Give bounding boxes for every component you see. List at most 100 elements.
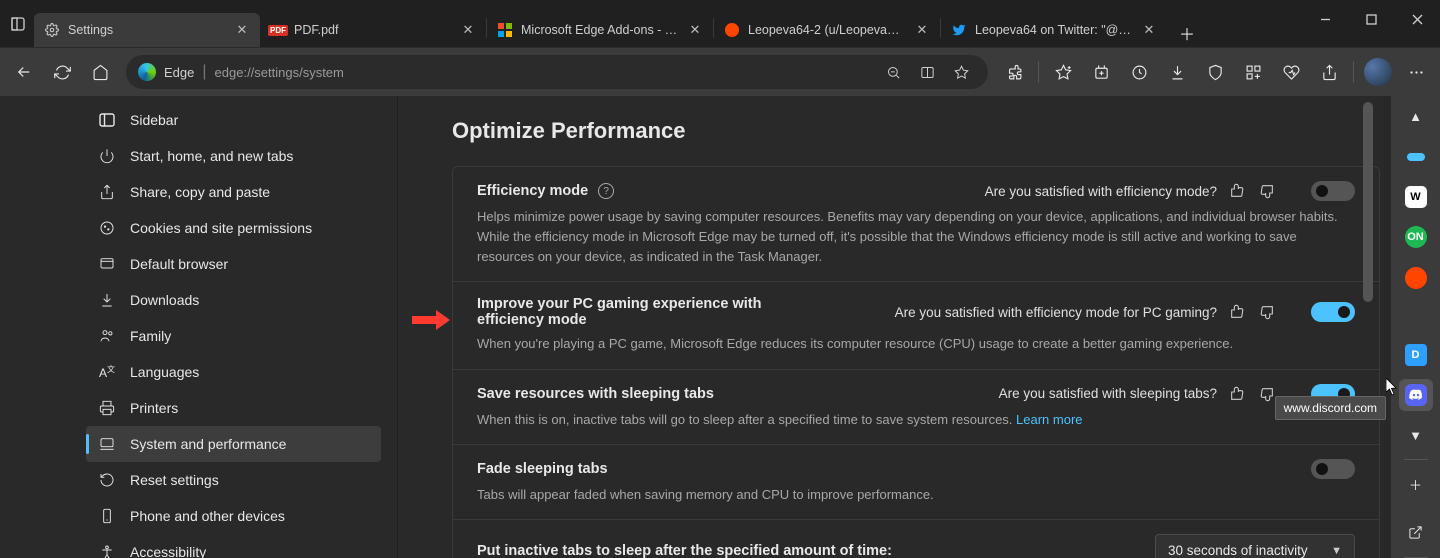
- sidebar-edge-shortcut[interactable]: [1399, 140, 1433, 172]
- thumbs-up-button[interactable]: [1227, 384, 1247, 404]
- performance-card: Efficiency mode ? Are you satisfied with…: [452, 166, 1380, 558]
- nav-default-browser[interactable]: Default browser: [86, 246, 381, 282]
- thumbs-up-button[interactable]: [1227, 302, 1247, 322]
- new-tab-button[interactable]: ＋: [1173, 19, 1201, 47]
- fade-toggle[interactable]: [1311, 459, 1355, 479]
- nav-label: Printers: [130, 400, 178, 416]
- thumbs-down-button[interactable]: [1257, 302, 1277, 322]
- nav-sidebar[interactable]: Sidebar: [86, 102, 381, 138]
- info-icon[interactable]: ?: [598, 183, 614, 199]
- sidebar-collapse-button[interactable]: ▼: [1399, 419, 1433, 451]
- satisfy-text: Are you satisfied with efficiency mode f…: [895, 305, 1217, 320]
- downloads-button[interactable]: [1159, 54, 1195, 90]
- collections-button[interactable]: [1083, 54, 1119, 90]
- favorite-button[interactable]: [946, 57, 976, 87]
- sidebar-popout-button[interactable]: [1399, 517, 1433, 549]
- gaming-toggle[interactable]: [1311, 302, 1355, 322]
- content-scrollbar[interactable]: [1362, 96, 1374, 558]
- profile-button[interactable]: [1360, 54, 1396, 90]
- sidebar-expand-button[interactable]: ▲: [1399, 100, 1433, 132]
- nav-label: System and performance: [130, 436, 286, 452]
- tab-title: Leopeva64 on Twitter: "@wind: [975, 23, 1133, 37]
- satisfy-text: Are you satisfied with sleeping tabs?: [999, 386, 1217, 401]
- sidebar-tooltip: www.discord.com: [1275, 396, 1386, 420]
- tab-title: Settings: [68, 23, 226, 37]
- nav-system-performance[interactable]: System and performance: [86, 426, 381, 462]
- sidebar-disqus-shortcut[interactable]: D: [1399, 338, 1433, 370]
- inactivity-dropdown[interactable]: 30 seconds of inactivity ▼: [1155, 534, 1355, 558]
- refresh-button[interactable]: [44, 54, 80, 90]
- thumbs-up-button[interactable]: [1227, 181, 1247, 201]
- nav-reset[interactable]: Reset settings: [86, 462, 381, 498]
- row-title: Improve your PC gaming experience with e…: [477, 296, 777, 328]
- nav-phone[interactable]: Phone and other devices: [86, 498, 381, 534]
- zoom-button[interactable]: [878, 57, 908, 87]
- nav-start[interactable]: Start, home, and new tabs: [86, 138, 381, 174]
- performance-button[interactable]: [1273, 54, 1309, 90]
- nav-share[interactable]: Share, copy and paste: [86, 174, 381, 210]
- history-button[interactable]: [1121, 54, 1157, 90]
- minimize-button[interactable]: [1302, 0, 1348, 38]
- tab-pdf[interactable]: PDF PDF.pdf ✕: [260, 13, 486, 47]
- close-window-button[interactable]: [1394, 0, 1440, 38]
- extensions-button[interactable]: [996, 54, 1032, 90]
- security-button[interactable]: [1197, 54, 1233, 90]
- home-button[interactable]: [82, 54, 118, 90]
- row-title: Put inactive tabs to sleep after the spe…: [477, 543, 892, 558]
- scrollbar-thumb[interactable]: [1363, 102, 1373, 302]
- tab-reddit[interactable]: Leopeva64-2 (u/Leopeva64-2) ✕: [714, 13, 940, 47]
- nav-label: Accessibility: [130, 544, 206, 558]
- browser-icon: [98, 255, 116, 273]
- address-bar[interactable]: Edge | edge://settings/system: [126, 55, 988, 89]
- close-icon[interactable]: ✕: [460, 22, 476, 38]
- reader-button[interactable]: [912, 57, 942, 87]
- nav-downloads[interactable]: Downloads: [86, 282, 381, 318]
- sidebar-discord-shortcut[interactable]: [1399, 379, 1433, 411]
- apps-button[interactable]: [1235, 54, 1271, 90]
- twitter-icon: [951, 22, 967, 38]
- settings-nav: Sidebar Start, home, and new tabs Share,…: [0, 96, 398, 558]
- tab-title: Leopeva64-2 (u/Leopeva64-2): [748, 23, 906, 37]
- power-icon: [98, 147, 116, 165]
- favorites-button[interactable]: [1045, 54, 1081, 90]
- close-icon[interactable]: ✕: [687, 22, 703, 38]
- sidebar-green-shortcut[interactable]: ON: [1399, 221, 1433, 253]
- tab-addons[interactable]: Microsoft Edge Add-ons - The ✕: [487, 13, 713, 47]
- reddit-icon: [724, 22, 740, 38]
- maximize-button[interactable]: [1348, 0, 1394, 38]
- row-fade-sleeping: Fade sleeping tabs Tabs will appear fade…: [453, 445, 1379, 520]
- dropdown-value: 30 seconds of inactivity: [1168, 543, 1308, 558]
- thumbs-down-button[interactable]: [1257, 181, 1277, 201]
- sidebar-reddit-shortcut[interactable]: [1399, 261, 1433, 293]
- nav-accessibility[interactable]: Accessibility: [86, 534, 381, 558]
- nav-label: Cookies and site permissions: [130, 220, 312, 236]
- efficiency-toggle[interactable]: [1311, 181, 1355, 201]
- menu-button[interactable]: [1398, 54, 1434, 90]
- tab-settings[interactable]: Settings ✕: [34, 13, 260, 47]
- close-icon[interactable]: ✕: [914, 22, 930, 38]
- address-separator: |: [202, 63, 206, 81]
- row-description: Helps minimize power usage by saving com…: [477, 207, 1355, 267]
- learn-more-link[interactable]: Learn more: [1016, 412, 1082, 427]
- tab-twitter[interactable]: Leopeva64 on Twitter: "@wind ✕: [941, 13, 1167, 47]
- nav-languages[interactable]: A文Languages: [86, 354, 381, 390]
- close-icon[interactable]: ✕: [1141, 22, 1157, 38]
- row-description: When you're playing a PC game, Microsoft…: [477, 334, 1355, 354]
- nav-cookies[interactable]: Cookies and site permissions: [86, 210, 381, 246]
- laptop-icon: [98, 435, 116, 453]
- tab-actions-button[interactable]: [0, 7, 36, 41]
- nav-label: Default browser: [130, 256, 228, 272]
- sidebar-add-button[interactable]: ＋: [1399, 468, 1433, 500]
- share-button[interactable]: [1311, 54, 1347, 90]
- close-icon[interactable]: ✕: [234, 22, 250, 38]
- cursor-icon: [1386, 378, 1398, 396]
- printer-icon: [98, 399, 116, 417]
- back-button[interactable]: [6, 54, 42, 90]
- nav-label: Downloads: [130, 292, 199, 308]
- nav-family[interactable]: Family: [86, 318, 381, 354]
- nav-printers[interactable]: Printers: [86, 390, 381, 426]
- edge-logo-icon: [138, 63, 156, 81]
- language-icon: A文: [98, 363, 116, 381]
- sidebar-wikipedia-shortcut[interactable]: W: [1399, 181, 1433, 213]
- toolbar-separator: [1353, 61, 1354, 83]
